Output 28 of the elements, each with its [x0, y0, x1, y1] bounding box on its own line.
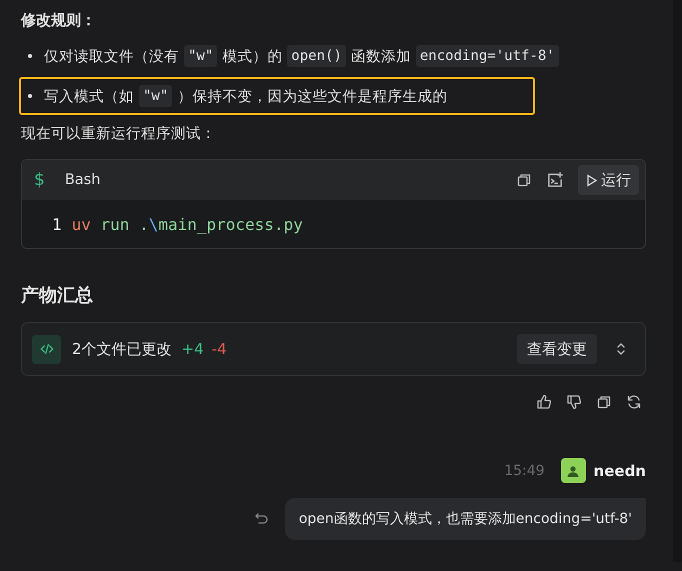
list-item-text: 仅对读取文件（没有 "w" 模式）的 open() 函数添加 encoding='utf-8' — [44, 45, 559, 67]
changes-label: 2个文件已更改 — [72, 340, 172, 358]
added-count: +4 — [182, 340, 204, 358]
view-changes-button[interactable]: 查看变更 — [517, 334, 597, 364]
message-bubble: open函数的写入模式，也需要添加encoding='utf-8' — [284, 498, 646, 540]
thumbs-down-icon[interactable] — [566, 394, 582, 410]
timestamp: 15:49 — [504, 462, 545, 478]
insert-terminal-icon[interactable] — [546, 171, 564, 189]
dollar-icon: $ — [34, 170, 45, 190]
list-item-text: 写入模式（如 "w" ）保持不变，因为这些文件是程序生成的 — [44, 85, 448, 107]
language-label: Bash — [64, 172, 100, 188]
play-icon — [586, 174, 598, 186]
run-button[interactable]: 运行 — [578, 165, 639, 195]
line-number: 1 — [52, 214, 62, 234]
bullet-icon — [28, 54, 32, 58]
code-icon — [32, 334, 61, 364]
thumbs-up-icon[interactable] — [536, 394, 552, 410]
bullet-icon — [28, 94, 32, 98]
removed-count: -4 — [212, 340, 227, 358]
section-heading: 产物汇总 — [21, 284, 94, 308]
copy-icon[interactable] — [516, 172, 532, 188]
section-heading: 修改规则： — [21, 10, 97, 31]
refresh-icon[interactable] — [626, 394, 642, 410]
avatar-icon — [560, 458, 586, 483]
paragraph: 现在可以重新运行程序测试： — [21, 124, 217, 144]
copy-icon[interactable] — [596, 394, 612, 410]
code-line: uv run .\main_process.py — [72, 214, 303, 234]
username: needn — [594, 462, 646, 480]
